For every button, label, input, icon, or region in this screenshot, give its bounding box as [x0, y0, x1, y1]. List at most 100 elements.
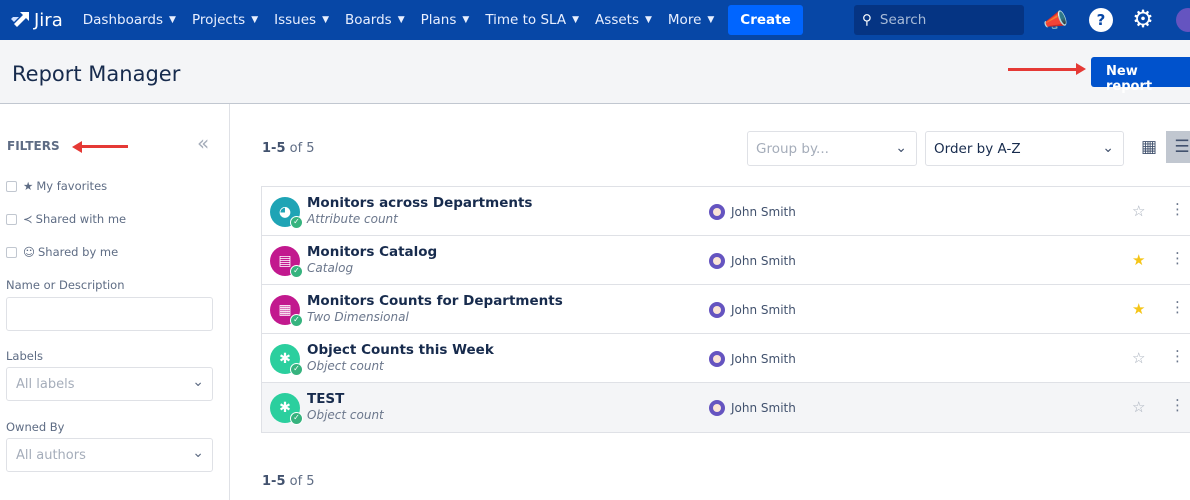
share-icon: ≺ [23, 212, 33, 226]
table-icon: ▦ ✓ [270, 295, 303, 327]
more-actions-icon[interactable]: ⋮ [1170, 298, 1185, 316]
report-owner: John Smith [709, 204, 796, 220]
pie-chart-icon: ◕ ✓ [270, 197, 303, 229]
more-actions-icon[interactable]: ⋮ [1170, 347, 1185, 365]
nav-assets[interactable]: Assets ▼ [595, 12, 652, 28]
avatar [709, 253, 725, 269]
avatar [709, 400, 725, 416]
page-title: Report Manager [12, 62, 181, 86]
gear-icon[interactable]: ⚙ [1131, 7, 1155, 32]
labels-select[interactable]: All labels ⌄ [6, 367, 213, 401]
grid-view-button[interactable]: ▦ [1133, 131, 1165, 163]
result-count-bottom: 1-5 of 5 [262, 474, 315, 489]
collapse-sidebar-icon[interactable]: « [197, 131, 209, 155]
favorite-star-icon[interactable]: ☆ [1132, 202, 1145, 220]
nav-dashboards[interactable]: Dashboards ▼ [83, 12, 176, 28]
report-owner: John Smith [709, 302, 796, 318]
more-actions-icon[interactable]: ⋮ [1170, 249, 1185, 267]
top-nav: Jira Dashboards ▼ Projects ▼ Issues ▼ Board… [0, 0, 1190, 40]
report-name[interactable]: TEST [307, 391, 344, 407]
object-count-icon: ✱ ✓ [270, 393, 303, 425]
user-icon: ☺ [23, 245, 35, 259]
report-name[interactable]: Object Counts this Week [307, 342, 494, 358]
nav-plans[interactable]: Plans ▼ [421, 12, 470, 28]
jira-logo[interactable]: Jira [10, 10, 63, 31]
star-icon: ★ [23, 179, 34, 193]
list-icon: ☰ [1174, 137, 1190, 157]
table-row[interactable]: ✱ ✓ Object Counts this Week Object count … [262, 334, 1190, 383]
table-row[interactable]: ▤ ✓ Monitors Catalog Catalog John Smith ★… [262, 236, 1190, 285]
filters-heading: FILTERS [7, 139, 60, 153]
avatar[interactable] [1176, 8, 1190, 32]
report-owner: John Smith [709, 351, 796, 367]
check-icon: ✓ [290, 265, 303, 278]
filter-my-favorites[interactable]: ★ My favorites [6, 179, 107, 193]
favorite-star-icon[interactable]: ★ [1132, 251, 1145, 269]
chevron-down-icon: ⌄ [192, 374, 204, 390]
filters-sidebar: FILTERS « ★ My favorites ≺ Shared with me … [0, 104, 230, 500]
filter-shared-with-me[interactable]: ≺ Shared with me [6, 212, 126, 226]
report-name[interactable]: Monitors Counts for Departments [307, 293, 563, 309]
search-input[interactable]: ⚲ Search [854, 5, 1024, 35]
report-owner: John Smith [709, 253, 796, 269]
chevron-down-icon: ⌄ [192, 445, 204, 461]
brand-name: Jira [34, 9, 63, 31]
object-count-icon: ✱ ✓ [270, 344, 303, 376]
report-name[interactable]: Monitors across Departments [307, 195, 532, 211]
report-owner: John Smith [709, 400, 796, 416]
report-type: Object count [307, 408, 384, 422]
create-button[interactable]: Create [728, 5, 803, 35]
owned-by-select[interactable]: All authors ⌄ [6, 438, 213, 472]
labels-label: Labels [6, 349, 44, 363]
table-row[interactable]: ▦ ✓ Monitors Counts for Departments Two D… [262, 285, 1190, 334]
new-report-button[interactable]: New report [1091, 57, 1190, 94]
more-actions-icon[interactable]: ⋮ [1170, 200, 1185, 218]
table-row[interactable]: ✱ ✓ TEST Object count John Smith ☆ ⋮ [262, 383, 1190, 432]
avatar [709, 204, 725, 220]
report-type: Two Dimensional [307, 310, 409, 324]
chevron-down-icon: ⌄ [1102, 140, 1114, 156]
megaphone-icon[interactable]: 📣 [1043, 8, 1068, 32]
checkbox[interactable] [6, 180, 17, 192]
search-icon: ⚲ [862, 12, 872, 28]
favorite-star-icon[interactable]: ☆ [1132, 398, 1145, 416]
nav-time-to-sla[interactable]: Time to SLA ▼ [485, 12, 579, 28]
nav-projects[interactable]: Projects ▼ [192, 12, 258, 28]
check-icon: ✓ [290, 314, 303, 327]
chevron-down-icon: ⌄ [895, 140, 907, 156]
nav-more[interactable]: More ▼ [668, 12, 714, 28]
page-header: Report Manager New report [0, 40, 1190, 104]
group-by-select[interactable]: Group by... ⌄ [747, 131, 917, 166]
report-type: Attribute count [307, 212, 398, 226]
report-name[interactable]: Monitors Catalog [307, 244, 437, 260]
report-list: ◕ ✓ Monitors across Departments Attribute… [261, 186, 1190, 433]
result-count: 1-5 of 5 [262, 141, 315, 156]
list-view-button[interactable]: ☰ [1166, 131, 1190, 163]
more-actions-icon[interactable]: ⋮ [1170, 396, 1185, 414]
favorite-star-icon[interactable]: ☆ [1132, 349, 1145, 367]
name-description-input[interactable] [6, 297, 213, 331]
check-icon: ✓ [290, 363, 303, 376]
favorite-star-icon[interactable]: ★ [1132, 300, 1145, 318]
annotation-arrow [80, 145, 128, 148]
annotation-arrow [1008, 63, 1086, 75]
avatar [709, 351, 725, 367]
checkbox[interactable] [6, 246, 17, 258]
name-label: Name or Description [6, 278, 125, 292]
nav-boards[interactable]: Boards ▼ [345, 12, 405, 28]
avatar [709, 302, 725, 318]
report-type: Catalog [307, 261, 354, 275]
order-by-select[interactable]: Order by A-Z ⌄ [925, 131, 1124, 166]
catalog-icon: ▤ ✓ [270, 246, 303, 278]
nav-issues[interactable]: Issues ▼ [274, 12, 329, 28]
jira-icon [11, 12, 29, 27]
filter-shared-by-me[interactable]: ☺ Shared by me [6, 245, 118, 259]
help-icon[interactable]: ? [1089, 8, 1113, 32]
checkbox[interactable] [6, 213, 17, 225]
table-row[interactable]: ◕ ✓ Monitors across Departments Attribute… [262, 187, 1190, 236]
report-type: Object count [307, 359, 384, 373]
grid-icon: ▦ [1140, 137, 1158, 157]
check-icon: ✓ [290, 216, 303, 229]
owned-by-label: Owned By [6, 420, 65, 434]
check-icon: ✓ [290, 412, 303, 425]
